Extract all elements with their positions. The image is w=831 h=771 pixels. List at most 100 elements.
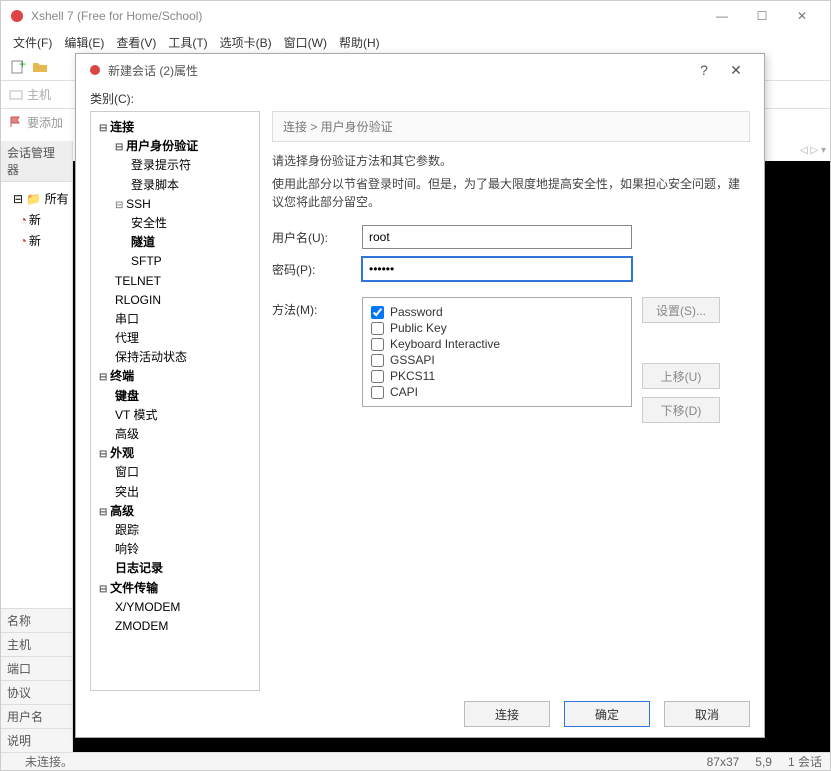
tree-node[interactable]: 高级 <box>95 502 255 521</box>
properties-dialog: 新建会话 (2)属性 ? ✕ 类别(C): 连接用户身份验证登录提示符登录脚本S… <box>75 53 765 738</box>
prop-desc: 说明 <box>1 728 72 752</box>
minimize-button[interactable]: — <box>702 1 742 31</box>
tree-node[interactable]: 串口 <box>95 310 255 329</box>
tree-node[interactable]: VT 模式 <box>95 406 255 425</box>
tree-node[interactable]: X/YMODEM <box>95 598 255 617</box>
method-option[interactable]: Public Key <box>371 320 623 336</box>
tree-node[interactable]: 连接 <box>95 118 255 137</box>
address-prefix: 主机 <box>27 86 51 103</box>
tree-node[interactable]: 跟踪 <box>95 521 255 540</box>
method-option[interactable]: Keyboard Interactive <box>371 336 623 352</box>
menu-tools[interactable]: 工具(T) <box>168 34 207 51</box>
method-option[interactable]: GSSAPI <box>371 352 623 368</box>
tree-node[interactable]: 日志记录 <box>95 559 255 578</box>
method-option[interactable]: PKCS11 <box>371 368 623 384</box>
settings-button[interactable]: 设置(S)... <box>642 297 720 323</box>
tree-node[interactable]: 安全性 <box>95 214 255 233</box>
ok-button[interactable]: 确定 <box>564 701 650 727</box>
tree-node[interactable]: ZMODEM <box>95 617 255 636</box>
menu-bar: 文件(F) 编辑(E) 查看(V) 工具(T) 选项卡(B) 窗口(W) 帮助(… <box>1 31 830 53</box>
method-checkbox[interactable] <box>371 370 384 383</box>
tree-node[interactable]: 隧道 <box>95 233 255 252</box>
status-bar: 未连接。 87x37 5,9 1 会话 <box>1 752 830 770</box>
session-item[interactable]: ◔新 <box>5 230 68 251</box>
session-item[interactable]: ◔新 <box>5 209 68 230</box>
dialog-titlebar: 新建会话 (2)属性 ? ✕ <box>76 54 764 86</box>
password-input[interactable] <box>362 257 632 281</box>
status-pos: 5,9 <box>755 755 772 769</box>
maximize-button[interactable]: ☐ <box>742 1 782 31</box>
session-manager-pane: 会话管理器 ⊟ 📁 所有会 ◔新 ◔新 名称 主机 端口 协议 用户名 说明 <box>1 141 73 752</box>
tree-node[interactable]: 突出 <box>95 483 255 502</box>
tree-node[interactable]: RLOGIN <box>95 291 255 310</box>
method-option[interactable]: CAPI <box>371 384 623 400</box>
menu-tabs[interactable]: 选项卡(B) <box>220 34 272 51</box>
main-window: Xshell 7 (Free for Home/School) — ☐ ✕ 文件… <box>0 0 831 771</box>
status-size: 87x37 <box>707 755 740 769</box>
session-folder[interactable]: ⊟ 📁 所有会 <box>5 188 68 209</box>
menu-file[interactable]: 文件(F) <box>13 34 52 51</box>
method-label: 方法(M): <box>272 297 362 318</box>
status-sessions: 1 会话 <box>788 753 822 770</box>
tree-node[interactable]: 登录提示符 <box>95 156 255 175</box>
new-session-icon[interactable]: + <box>9 58 27 76</box>
session-tree[interactable]: ⊟ 📁 所有会 ◔新 ◔新 <box>1 182 72 257</box>
menu-edit[interactable]: 编辑(E) <box>64 34 104 51</box>
move-up-button[interactable]: 上移(U) <box>642 363 720 389</box>
description-2: 使用此部分以节省登录时间。但是，为了最大限度地提高安全性，如果担心安全问题，建议… <box>272 175 750 211</box>
username-label: 用户名(U): <box>272 229 362 246</box>
app-icon <box>9 8 25 24</box>
menu-view[interactable]: 查看(V) <box>116 34 156 51</box>
category-tree[interactable]: 连接用户身份验证登录提示符登录脚本SSH安全性隧道SFTPTELNETRLOGI… <box>90 111 260 691</box>
prop-host: 主机 <box>1 632 72 656</box>
method-label: CAPI <box>390 385 418 399</box>
method-checkbox[interactable] <box>371 306 384 319</box>
tree-node[interactable]: 用户身份验证 <box>95 137 255 156</box>
tree-node[interactable]: 响铃 <box>95 540 255 559</box>
window-titlebar: Xshell 7 (Free for Home/School) — ☐ ✕ <box>1 1 830 31</box>
method-checkbox[interactable] <box>371 322 384 335</box>
svg-text:+: + <box>19 59 26 71</box>
session-properties: 名称 主机 端口 协议 用户名 说明 <box>1 608 72 752</box>
menu-help[interactable]: 帮助(H) <box>339 34 380 51</box>
status-connection: 未连接。 <box>25 753 73 770</box>
add-label: 要添加 <box>27 114 63 131</box>
connect-button[interactable]: 连接 <box>464 701 550 727</box>
tree-node[interactable]: 键盘 <box>95 387 255 406</box>
tab-nav-arrows[interactable]: ◁ ▷ ▾ <box>800 145 826 156</box>
method-list[interactable]: Password Public KeyKeyboard InteractiveGS… <box>362 297 632 407</box>
tree-node[interactable]: TELNET <box>95 272 255 291</box>
tree-node[interactable]: 高级 <box>95 425 255 444</box>
dialog-help-button[interactable]: ? <box>688 62 720 78</box>
method-label: Password <box>390 305 443 319</box>
method-label: Public Key <box>390 321 447 335</box>
tree-node[interactable]: 终端 <box>95 367 255 386</box>
description-1: 请选择身份验证方法和其它参数。 <box>272 152 750 169</box>
menu-window[interactable]: 窗口(W) <box>284 34 327 51</box>
tree-node[interactable]: 登录脚本 <box>95 176 255 195</box>
method-checkbox[interactable] <box>371 338 384 351</box>
tree-node[interactable]: 代理 <box>95 329 255 348</box>
method-checkbox[interactable] <box>371 354 384 367</box>
method-checkbox[interactable] <box>371 386 384 399</box>
move-down-button[interactable]: 下移(D) <box>642 397 720 423</box>
flag-icon <box>9 115 23 129</box>
tree-node[interactable]: 外观 <box>95 444 255 463</box>
dialog-close-button[interactable]: ✕ <box>720 62 752 79</box>
host-icon <box>9 88 23 102</box>
method-label: PKCS11 <box>390 369 435 383</box>
close-button[interactable]: ✕ <box>782 1 822 31</box>
prop-port: 端口 <box>1 656 72 680</box>
prop-user: 用户名 <box>1 704 72 728</box>
tree-node[interactable]: 保持活动状态 <box>95 348 255 367</box>
cancel-button[interactable]: 取消 <box>664 701 750 727</box>
tree-node[interactable]: 文件传输 <box>95 579 255 598</box>
category-label: 类别(C): <box>90 86 750 111</box>
tree-node[interactable]: SFTP <box>95 252 255 271</box>
open-folder-icon[interactable] <box>31 58 49 76</box>
tree-node[interactable]: SSH <box>95 195 255 214</box>
username-input[interactable] <box>362 225 632 249</box>
settings-pane: 连接 > 用户身份验证 请选择身份验证方法和其它参数。 使用此部分以节省登录时间… <box>272 111 750 691</box>
tree-node[interactable]: 窗口 <box>95 463 255 482</box>
method-option[interactable]: Password <box>371 304 623 320</box>
